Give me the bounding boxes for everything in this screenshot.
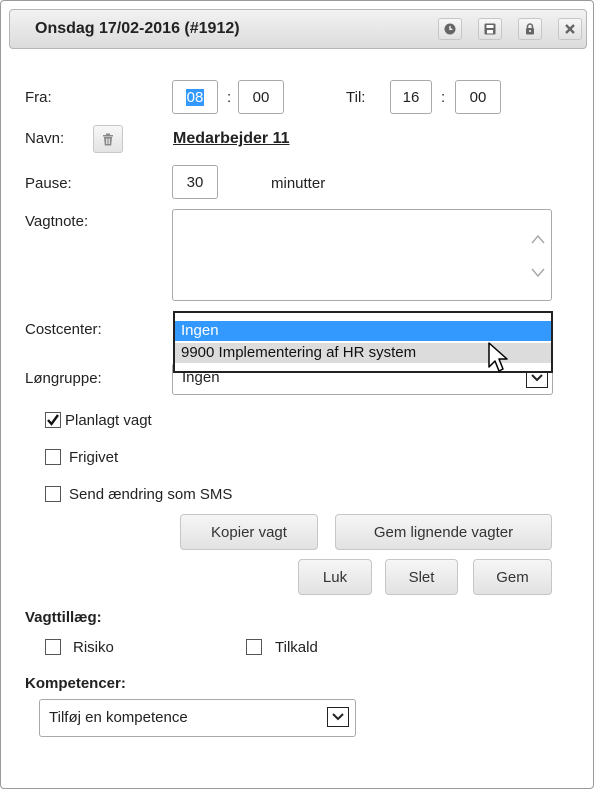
- tilkald-label: Tilkald: [275, 639, 318, 656]
- close-icon: [565, 24, 575, 34]
- lock-icon: [526, 23, 534, 35]
- planlagt-label: Planlagt vagt: [65, 412, 152, 429]
- shift-dialog: Onsdag 17/02-2016 (#1912) Fra: 08 : 00 T…: [0, 0, 594, 789]
- save-button[interactable]: [478, 18, 502, 40]
- fra-minute-input[interactable]: 00: [238, 80, 284, 114]
- vagttillaeg-heading: Vagttillæg:: [25, 609, 102, 626]
- sms-label: Send ændring som SMS: [69, 486, 233, 503]
- costcenter-option[interactable]: Ingen: [175, 321, 551, 341]
- kompetence-value: Tilføj en kompetence: [49, 709, 188, 726]
- vagtnote-textarea[interactable]: [172, 209, 552, 301]
- pause-value: 30: [186, 173, 204, 191]
- scroll-down-icon[interactable]: [531, 268, 545, 278]
- delete-employee-button[interactable]: [93, 125, 123, 153]
- chevron-down-icon: [332, 713, 344, 721]
- kompetence-dropdown-button[interactable]: [327, 707, 349, 727]
- tilkald-checkbox[interactable]: [246, 639, 262, 655]
- clock-button[interactable]: [438, 18, 462, 40]
- fra-hour-input[interactable]: 08: [172, 80, 218, 114]
- til-hour-value: 16: [402, 88, 420, 106]
- close-dialog-button[interactable]: Luk: [298, 559, 372, 595]
- pause-input[interactable]: 30: [172, 165, 218, 199]
- costcenter-label: Costcenter:: [25, 321, 102, 338]
- til-label: Til:: [346, 89, 366, 106]
- copy-shift-button[interactable]: Kopier vagt: [180, 514, 318, 550]
- frigivet-label: Frigivet: [69, 449, 119, 466]
- risiko-label: Risiko: [73, 639, 114, 656]
- fra-minute-value: 00: [252, 88, 270, 106]
- vagtnote-label: Vagtnote:: [25, 213, 89, 230]
- delete-shift-button[interactable]: Slet: [385, 559, 458, 595]
- planlagt-checkbox[interactable]: [45, 412, 61, 428]
- til-minute-value: 00: [469, 88, 487, 106]
- til-minute-input[interactable]: 00: [455, 80, 501, 114]
- checkmark-icon: [47, 414, 59, 426]
- save-similar-button[interactable]: Gem lignende vagter: [335, 514, 552, 550]
- til-colon: :: [441, 89, 446, 106]
- til-hour-input[interactable]: 16: [390, 80, 432, 114]
- kompetence-select[interactable]: Tilføj en kompetence: [39, 699, 356, 737]
- navn-label: Navn:: [25, 130, 65, 147]
- sms-checkbox[interactable]: [45, 486, 61, 502]
- scroll-up-icon[interactable]: [531, 234, 545, 244]
- save-shift-button[interactable]: Gem: [473, 559, 552, 595]
- loengruppe-label: Løngruppe:: [25, 370, 102, 387]
- fra-label: Fra:: [25, 89, 52, 106]
- clock-icon: [444, 23, 456, 35]
- kompetencer-heading: Kompetencer:: [25, 675, 126, 692]
- pause-unit: minutter: [271, 175, 326, 192]
- dialog-titlebar[interactable]: Onsdag 17/02-2016 (#1912): [9, 9, 587, 49]
- close-button[interactable]: [558, 18, 582, 40]
- pause-label: Pause:: [25, 175, 72, 192]
- fra-colon: :: [227, 89, 232, 106]
- lock-button[interactable]: [518, 18, 542, 40]
- chevron-down-icon: [531, 374, 543, 382]
- frigivet-checkbox[interactable]: [45, 449, 61, 465]
- mouse-cursor-icon: [488, 342, 508, 372]
- save-icon: [484, 23, 496, 35]
- employee-name-link[interactable]: Medarbejder 11: [173, 130, 290, 148]
- fra-hour-value: 08: [185, 88, 205, 106]
- risiko-checkbox[interactable]: [45, 639, 61, 655]
- trash-icon: [103, 133, 113, 145]
- dialog-title: Onsdag 17/02-2016 (#1912): [35, 20, 240, 37]
